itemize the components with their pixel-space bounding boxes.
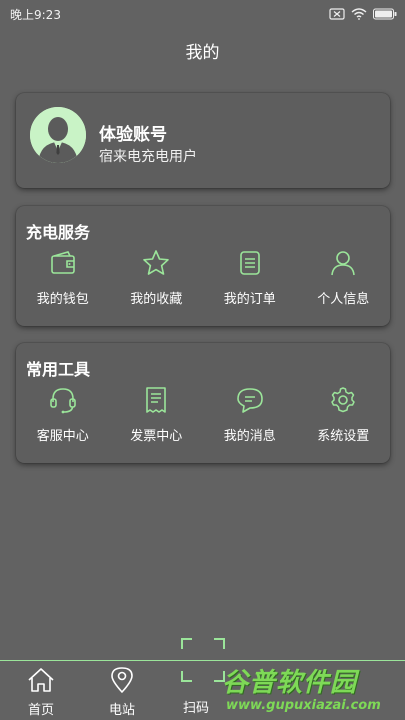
account-subtitle: 宿来电充电用户 (99, 149, 197, 165)
orders-button[interactable]: 我的订单 (203, 248, 297, 318)
status-time: 晚上9:23 (10, 7, 61, 22)
wallet-button[interactable]: 我的钱包 (16, 248, 110, 318)
profile-label: 个人信息 (317, 292, 370, 307)
account-card[interactable]: 体验账号 宿来电充电用户 (16, 93, 390, 188)
tab-stations-label: 电站 (108, 703, 135, 718)
tab-home-label: 首页 (27, 703, 54, 718)
scan-icon (181, 638, 225, 682)
headset-icon (49, 388, 76, 414)
message-icon (236, 388, 263, 413)
messages-label: 我的消息 (223, 429, 276, 444)
watermark: 谷普软件园 www.gupuxiazai.com (222, 662, 405, 720)
charging-service-title: 充电服务 (26, 223, 91, 242)
home-icon (28, 668, 54, 692)
battery-icon (373, 8, 397, 20)
favorites-label: 我的收藏 (130, 292, 183, 307)
person-icon (331, 251, 356, 276)
common-tools-card: 常用工具 客服中心 发票中心 我的消息 系统设置 (16, 343, 390, 463)
wifi-icon (351, 8, 367, 20)
account-name: 体验账号 (99, 125, 167, 145)
tab-scan-label: 扫码 (183, 701, 210, 716)
customer-service-label: 客服中心 (36, 429, 89, 444)
charging-service-grid: 我的钱包 我的收藏 我的订单 个人信息 (16, 248, 390, 318)
invoice-center-button[interactable]: 发票中心 (110, 385, 204, 455)
invoice-icon (146, 387, 167, 413)
wallet-label: 我的钱包 (36, 292, 89, 307)
tab-stations[interactable]: 电站 (87, 665, 157, 718)
system-settings-label: 系统设置 (317, 429, 370, 444)
favorites-button[interactable]: 我的收藏 (110, 248, 204, 318)
status-icons (329, 8, 397, 20)
order-icon (239, 251, 260, 275)
orders-label: 我的订单 (223, 292, 276, 307)
avatar[interactable] (30, 107, 86, 163)
common-tools-title: 常用工具 (26, 360, 91, 379)
user-avatar-icon (30, 107, 86, 163)
wallet-icon (50, 251, 75, 274)
invoice-center-label: 发票中心 (130, 429, 183, 444)
sim-disabled-icon (329, 8, 345, 20)
page-title: 我的 (185, 43, 220, 63)
common-tools-grid: 客服中心 发票中心 我的消息 系统设置 (16, 385, 390, 455)
watermark-url: www.gupuxiazai.com (226, 698, 381, 713)
charging-service-card: 充电服务 我的钱包 我的收藏 我的订单 个人信息 (16, 206, 390, 326)
tab-home[interactable]: 首页 (6, 665, 76, 718)
customer-service-button[interactable]: 客服中心 (16, 385, 110, 455)
location-icon (111, 667, 133, 693)
star-icon (143, 250, 170, 275)
messages-button[interactable]: 我的消息 (203, 385, 297, 455)
gear-icon (331, 387, 355, 413)
status-bar: 晚上9:23 (0, 0, 405, 28)
system-settings-button[interactable]: 系统设置 (297, 385, 391, 455)
watermark-text: 谷普软件园 (222, 668, 358, 698)
scan-button[interactable] (180, 637, 226, 683)
profile-button[interactable]: 个人信息 (297, 248, 391, 318)
